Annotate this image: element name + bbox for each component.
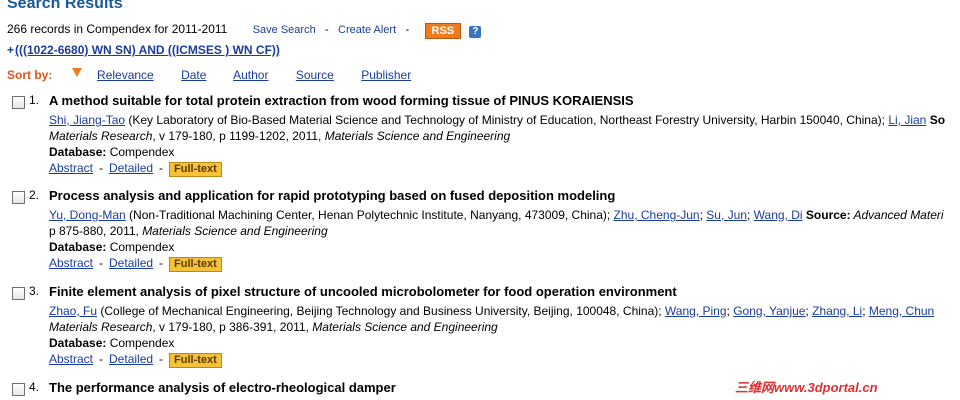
fulltext-button[interactable]: Full-text bbox=[169, 353, 222, 368]
separator: - bbox=[159, 352, 164, 366]
source-title: Materials Research bbox=[49, 129, 153, 143]
separator: - bbox=[159, 256, 164, 270]
detailed-link[interactable]: Detailed bbox=[109, 352, 153, 366]
sort-option-author[interactable]: Author bbox=[233, 68, 268, 82]
author-link[interactable]: Wang, Ping bbox=[665, 304, 727, 318]
separator: - bbox=[99, 352, 104, 366]
record-database: Database: Compendex bbox=[49, 145, 174, 159]
database-label: Database: bbox=[49, 240, 107, 254]
author-link[interactable]: Gong, Yanjue bbox=[733, 304, 805, 318]
source-title: Materials Research bbox=[49, 320, 153, 334]
record-title[interactable]: A method suitable for total protein extr… bbox=[49, 93, 634, 108]
record-checkbox[interactable] bbox=[12, 96, 25, 109]
database-label: Database: bbox=[49, 336, 107, 350]
sort-label: Sort by: bbox=[7, 68, 53, 82]
separator: - bbox=[159, 161, 164, 175]
author-link[interactable]: Yu, Dong-Man bbox=[49, 208, 126, 222]
source-title: Advanced Materi bbox=[850, 208, 944, 222]
record-actions: Abstract - Detailed - Full-text bbox=[49, 352, 222, 368]
record-authors: Yu, Dong-Man (Non-Traditional Machining … bbox=[49, 208, 944, 222]
source-series: Materials Science and Engineering bbox=[324, 129, 511, 143]
record-database: Database: Compendex bbox=[49, 240, 174, 254]
abstract-link[interactable]: Abstract bbox=[49, 352, 93, 366]
source-details: p 875-880, 2011, bbox=[49, 224, 143, 238]
watermark: 三维网www.3dportal.cn bbox=[735, 380, 878, 395]
fulltext-button[interactable]: Full-text bbox=[169, 257, 222, 272]
record-title[interactable]: The performance analysis of electro-rheo… bbox=[49, 380, 396, 395]
page-title: Search Results bbox=[7, 0, 123, 12]
record-title[interactable]: Process analysis and application for rap… bbox=[49, 188, 615, 203]
record-number: 4. bbox=[29, 380, 40, 394]
source-series: Materials Science and Engineering bbox=[312, 320, 498, 334]
save-search-link[interactable]: Save Search bbox=[253, 24, 316, 36]
sort-direction-icon[interactable] bbox=[71, 68, 82, 77]
sort-option-relevance[interactable]: Relevance bbox=[97, 68, 154, 82]
record-database: Database: Compendex bbox=[49, 336, 174, 350]
author-link[interactable]: Shi, Jiang-Tao bbox=[49, 113, 125, 127]
results-summary: 266 records in Compendex for 2011-2011 S… bbox=[7, 22, 482, 39]
search-query: +(((1022-6680) WN SN) AND ((ICMSES ) WN … bbox=[7, 43, 280, 57]
query-link[interactable]: (((1022-6680) WN SN) AND ((ICMSES ) WN C… bbox=[15, 43, 280, 57]
author-affiliation: (College of Mechanical Engineering, Beij… bbox=[97, 304, 665, 318]
abstract-link[interactable]: Abstract bbox=[49, 161, 93, 175]
record-source: p 875-880, 2011, Materials Science and E… bbox=[49, 224, 328, 238]
sort-option-publisher[interactable]: Publisher bbox=[361, 68, 411, 82]
database-label: Database: bbox=[49, 145, 107, 159]
author-link[interactable]: Zhao, Fu bbox=[49, 304, 97, 318]
record-title[interactable]: Finite element analysis of pixel structu… bbox=[49, 284, 677, 299]
database-value: Compendex bbox=[109, 145, 175, 159]
author-link[interactable]: Su, Jun bbox=[706, 208, 747, 222]
author-link[interactable]: Meng, Chun bbox=[869, 304, 934, 318]
author-link[interactable]: Zhang, Li bbox=[812, 304, 862, 318]
create-alert-link[interactable]: Create Alert bbox=[338, 24, 396, 36]
separator: - bbox=[99, 256, 104, 270]
help-icon[interactable]: ? bbox=[469, 26, 482, 38]
record-source: Materials Research, v 179-180, p 386-391… bbox=[49, 320, 498, 334]
record-checkbox[interactable] bbox=[12, 383, 25, 396]
record-checkbox[interactable] bbox=[12, 287, 25, 300]
record-number: 3. bbox=[29, 284, 40, 298]
source-series: Materials Science and Engineering bbox=[142, 224, 328, 238]
record-actions: Abstract - Detailed - Full-text bbox=[49, 161, 222, 177]
database-value: Compendex bbox=[109, 336, 175, 350]
author-affiliation: (Key Laboratory of Bio-Based Material Sc… bbox=[125, 113, 889, 127]
author-affiliation: (Non-Traditional Machining Center, Henan… bbox=[125, 208, 614, 222]
author-separator: ; bbox=[862, 304, 869, 318]
separator: - bbox=[99, 161, 104, 175]
source-details: , v 179-180, p 1199-1202, 2011, bbox=[152, 129, 325, 143]
rss-button[interactable]: RSS bbox=[424, 23, 462, 39]
sort-option-date[interactable]: Date bbox=[181, 68, 206, 82]
abstract-link[interactable]: Abstract bbox=[49, 256, 93, 270]
source-label: So bbox=[929, 113, 946, 127]
record-source: Materials Research, v 179-180, p 1199-12… bbox=[49, 129, 510, 143]
source-label: Source: bbox=[805, 208, 851, 222]
fulltext-button[interactable]: Full-text bbox=[169, 162, 222, 177]
source-details: , v 179-180, p 386-391, 2011, bbox=[152, 320, 313, 334]
record-number: 1. bbox=[29, 93, 40, 107]
author-link[interactable]: Wang, Di bbox=[754, 208, 803, 222]
record-authors: Shi, Jiang-Tao (Key Laboratory of Bio-Ba… bbox=[49, 113, 945, 127]
expand-query-icon[interactable]: + bbox=[7, 43, 14, 57]
separator: - bbox=[405, 24, 410, 36]
record-number: 2. bbox=[29, 188, 40, 202]
record-authors: Zhao, Fu (College of Mechanical Engineer… bbox=[49, 304, 934, 318]
author-link[interactable]: Li, Jian bbox=[888, 113, 926, 127]
record-count: 266 records in Compendex for 2011-2011 bbox=[7, 22, 228, 36]
detailed-link[interactable]: Detailed bbox=[109, 256, 153, 270]
author-separator: ; bbox=[746, 208, 754, 222]
separator: - bbox=[325, 24, 329, 36]
database-value: Compendex bbox=[109, 240, 175, 254]
record-actions: Abstract - Detailed - Full-text bbox=[49, 256, 222, 272]
author-link[interactable]: Zhu, Cheng-Jun bbox=[614, 208, 700, 222]
sort-bar: Sort by: Relevance Date Author Source Pu… bbox=[7, 68, 435, 82]
detailed-link[interactable]: Detailed bbox=[109, 161, 153, 175]
sort-option-source[interactable]: Source bbox=[296, 68, 334, 82]
record-checkbox[interactable] bbox=[12, 191, 25, 204]
